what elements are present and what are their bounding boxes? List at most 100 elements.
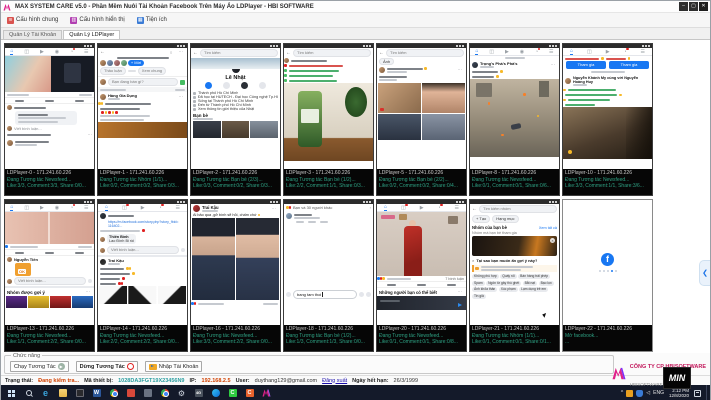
taskbar-word-icon[interactable]: W bbox=[88, 385, 105, 400]
stop-interaction-button[interactable]: Dừng Tương Tác bbox=[76, 361, 138, 372]
cover-photo bbox=[191, 58, 280, 69]
search-input[interactable]: Tìm kiếm bbox=[386, 49, 464, 57]
taskbar-ldplayer-icon[interactable] bbox=[122, 385, 139, 400]
back-icon[interactable]: ← bbox=[472, 206, 477, 212]
post-photo bbox=[377, 212, 466, 276]
search-input[interactable]: Tìm kiếm bbox=[200, 49, 278, 57]
taskbar-chrome-icon[interactable] bbox=[105, 385, 122, 400]
taskbar-edge-icon[interactable]: e bbox=[37, 385, 54, 400]
search-input[interactable]: Tìm kiếm bbox=[293, 49, 371, 57]
back-icon[interactable]: ← bbox=[100, 49, 105, 55]
show-desktop-button[interactable] bbox=[706, 385, 708, 400]
video-strip bbox=[377, 296, 466, 310]
emulator-cell-ldplayer-14[interactable]: ⌂◫▶◔☰ https://m.facebook.com/story.php?s… bbox=[97, 199, 188, 352]
see-all-link[interactable]: Xem tất cả bbox=[539, 226, 557, 230]
group-composer[interactable]: Bạn đang bán gì? bbox=[108, 78, 178, 86]
emulator-cell-ldplayer-13[interactable]: ⌂◫▶◉◔☰ Nguyễn Tiên OK Viết bình luận... … bbox=[4, 199, 95, 352]
search-icon[interactable]: ○ bbox=[170, 50, 175, 55]
emulator-cell-ldplayer-5[interactable]: ←Tìm kiếm Ảnh ⋯ LDPlayer-5 - 171.241.60.… bbox=[376, 43, 467, 196]
toolbar-item-utilities[interactable]: ▦ Tiện ích bbox=[137, 17, 167, 24]
taskbar-photos-icon[interactable] bbox=[139, 385, 156, 400]
taskbar-settings-icon[interactable]: ⚙ bbox=[173, 385, 190, 400]
emulator-cell-ldplayer-16[interactable]: Trai Kậu⋯ Ai bảo qua ,gở bình sẽ hỏi, ch… bbox=[190, 199, 281, 352]
taskbar-chrome2-icon[interactable] bbox=[156, 385, 173, 400]
run-interaction-button[interactable]: Chạy Tương Tác ▶ bbox=[10, 361, 69, 372]
gif-icon[interactable] bbox=[366, 292, 371, 297]
suggested-groups-strip bbox=[5, 296, 94, 308]
emulator-cell-ldplayer-8[interactable]: ⌂◫▶◉◔☰ Trọng's Phá's Phà's⋯ bbox=[469, 43, 560, 196]
taskbar-4g-icon[interactable]: 4G bbox=[190, 385, 207, 400]
close-button[interactable]: ✕ bbox=[699, 2, 708, 11]
category-chip[interactable]: Hạng mục bbox=[492, 215, 518, 223]
shared-link[interactable]: https://m.facebook.com/story.php?story_f… bbox=[108, 220, 180, 228]
company-info: CÔNG TY CP HBISOFTWARE HBISOFTWARE.VN | … bbox=[611, 355, 706, 391]
scroll-left-arrow[interactable]: ❮ bbox=[699, 260, 710, 286]
comment-composer[interactable]: Viết bình luận... bbox=[14, 126, 42, 131]
post-author[interactable]: Nguyễn Khánh My cùng với Nguyễn Hoàng Hu… bbox=[573, 76, 643, 84]
post-author[interactable]: Hàng Gia Dụng bbox=[108, 93, 137, 98]
emulator-cell-ldplayer-10[interactable]: ⌂◫▶◔☰ Tham gia Tham gia Nguyễn Khánh My … bbox=[562, 43, 653, 196]
join-group-button[interactable]: Tham gia bbox=[566, 61, 606, 69]
folder-import-icon bbox=[149, 364, 157, 370]
back-icon[interactable]: ← bbox=[379, 50, 384, 56]
dismiss-icon[interactable]: × bbox=[550, 238, 555, 243]
toolbar-item-general-config[interactable]: ≋ Cấu hình chung bbox=[7, 17, 58, 24]
invite-button[interactable]: + Mời bbox=[128, 60, 144, 66]
emulator-cell-ldplayer-3[interactable]: ←Tìm kiếm LDPlayer-3 - 171.241.60.226 Đa… bbox=[283, 43, 374, 196]
comment-composer[interactable]: Viết bình luận... bbox=[107, 246, 179, 254]
emulator-cell-ldplayer-1[interactable]: ← ○ ⋯ + Mời Thảo luận Xem chung Bạn đang b… bbox=[97, 43, 188, 196]
emulator-cell-ldplayer-2[interactable]: ←Tìm kiếm Lê Nhật Thành phố Hồ Chí Minh … bbox=[190, 43, 281, 196]
back-icon[interactable]: ← bbox=[286, 50, 291, 56]
taskbar-explorer-icon[interactable] bbox=[54, 385, 71, 400]
emoji-icon[interactable] bbox=[359, 292, 364, 297]
taskbar-capcut-icon[interactable]: C bbox=[224, 385, 241, 400]
emulator-cell-ldplayer-18[interactable]: Bạn và 30 người khác› bang tam thoi LDPl… bbox=[283, 199, 374, 352]
minimize-button[interactable]: – bbox=[679, 2, 688, 11]
taskbar-maxcare-icon[interactable] bbox=[258, 385, 275, 400]
taskbar-search-icon[interactable] bbox=[20, 385, 37, 400]
taskbar-store-icon[interactable] bbox=[71, 385, 88, 400]
start-button[interactable] bbox=[3, 385, 20, 400]
follow-icon[interactable] bbox=[241, 82, 248, 89]
taskbar-c-orange-icon[interactable]: C bbox=[241, 385, 258, 400]
taskbar-edge2-icon[interactable] bbox=[207, 385, 224, 400]
post-author[interactable]: Trai Kậu bbox=[108, 258, 124, 263]
emulator-cell-ldplayer-22[interactable]: f LDPlayer-22 - 171.241.60.226 Mở facebo… bbox=[562, 199, 653, 352]
logout-link[interactable]: Đăng xuất bbox=[322, 378, 347, 384]
join-group-button[interactable]: Tham gia bbox=[609, 61, 649, 69]
create-group-chip[interactable]: + Tạo bbox=[472, 215, 490, 223]
maximize-button[interactable]: ▢ bbox=[689, 2, 698, 11]
tab-discussion[interactable]: Thảo luận bbox=[100, 67, 126, 75]
notification-center-icon[interactable] bbox=[694, 390, 701, 397]
video-thumbnail[interactable] bbox=[470, 79, 559, 157]
post-photo bbox=[563, 107, 652, 159]
more-icon[interactable]: ⋯ bbox=[179, 49, 186, 55]
join-buttons: Tham gia Tham gia bbox=[563, 61, 652, 69]
filter-chip-photos[interactable]: Ảnh bbox=[379, 58, 394, 65]
import-accounts-button[interactable]: Nhập Tài Khoản bbox=[145, 361, 203, 372]
post-author[interactable]: Trai Kậu bbox=[202, 205, 219, 210]
emulator-cell-ldplayer-0[interactable]: ⌂◫▶◉◔☰ Viết bình luận... ⋯ LDPlayer-0 - … bbox=[4, 43, 95, 196]
tab-account-management[interactable]: Quản Lý Tài Khoản bbox=[3, 30, 62, 39]
camera-icon[interactable] bbox=[286, 292, 291, 297]
emulator-cell-ldplayer-20[interactable]: ⌂◫▶◔☰ 7 bình luận Những người bạn có thể… bbox=[376, 199, 467, 352]
commenter-name[interactable]: Nguyễn Tiên bbox=[14, 257, 38, 262]
comment-composer[interactable]: Viết bình luận... bbox=[14, 277, 86, 285]
more-icon[interactable] bbox=[259, 82, 266, 89]
tab-featured[interactable]: Xem chung bbox=[138, 67, 166, 75]
profile-info: Thành phố Hồ Chí Minh Đã học tại HUTECH … bbox=[191, 90, 280, 112]
status-state: Đang kiểm tra... bbox=[38, 378, 79, 384]
status-bar: Trạng thái: Đang kiểm tra... Mã thiết bị… bbox=[1, 375, 710, 385]
comment-input[interactable]: bang tam thoi bbox=[293, 290, 357, 299]
group-search-input[interactable]: Tìm kiếm nhóm bbox=[479, 205, 557, 213]
post-photo bbox=[98, 122, 187, 138]
emulator-cell-ldplayer-21[interactable]: ←Tìm kiếm nhóm + Tạo Hạng mục Nhóm của b… bbox=[469, 199, 560, 352]
reactions-header[interactable]: Bạn và 30 người khác bbox=[293, 205, 332, 210]
app-logo-icon bbox=[3, 3, 12, 11]
toolbar-item-display-config[interactable]: ▥ Cấu hình hiển thị bbox=[70, 17, 124, 24]
message-icon[interactable] bbox=[223, 82, 230, 89]
toolbar: ≋ Cấu hình chung ▥ Cấu hình hiển thị ▦ T… bbox=[1, 13, 710, 28]
post-author[interactable]: Trọng's Phá's Phà's bbox=[480, 61, 518, 66]
back-icon[interactable]: ← bbox=[193, 50, 198, 56]
add-friend-icon[interactable] bbox=[205, 82, 212, 89]
